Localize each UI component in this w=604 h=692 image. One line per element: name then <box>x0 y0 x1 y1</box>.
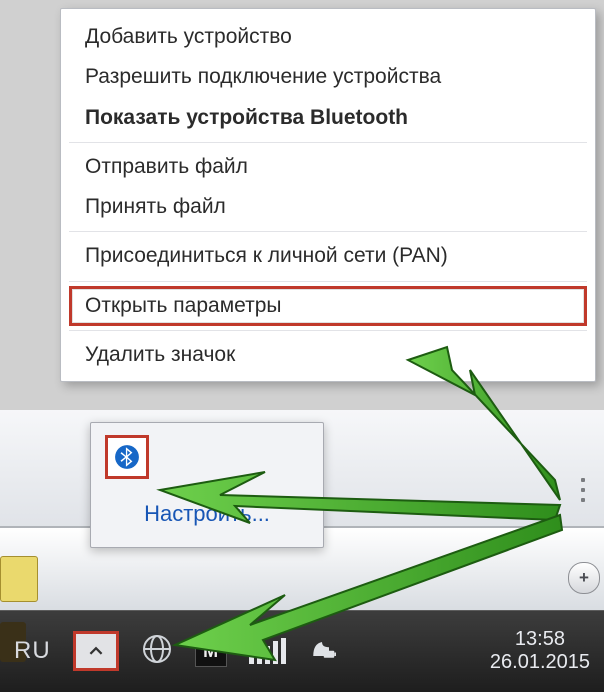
folder-blur-icon <box>0 556 38 602</box>
power-battery-icon[interactable] <box>308 635 336 668</box>
bluetooth-icon[interactable] <box>105 435 149 479</box>
scrollbar-dots <box>576 478 590 502</box>
antivirus-tray-icon[interactable]: M <box>195 635 227 667</box>
network-globe-icon[interactable] <box>141 633 173 670</box>
lang-indicator[interactable]: RU <box>14 637 51 665</box>
wifi-signal-icon[interactable] <box>249 638 286 664</box>
menu-join-pan[interactable]: Присоединиться к личной сети (PAN) <box>61 236 595 276</box>
chevron-up-icon <box>89 644 103 658</box>
zoom-plus-button[interactable]: + <box>568 562 600 594</box>
menu-send-file[interactable]: Отправить файл <box>61 147 595 187</box>
menu-open-settings[interactable]: Открыть параметры <box>61 286 595 326</box>
menu-separator <box>69 330 587 331</box>
menu-add-device[interactable]: Добавить устройство <box>61 17 595 57</box>
show-hidden-tray-button[interactable] <box>73 631 119 671</box>
taskbar-clock[interactable]: 13:58 26.01.2015 <box>490 628 590 674</box>
menu-allow-connect[interactable]: Разрешить подключение устройства <box>61 57 595 97</box>
menu-receive-file[interactable]: Принять файл <box>61 187 595 227</box>
menu-show-bluetooth-devices[interactable]: Показать устройства Bluetooth <box>61 98 595 138</box>
screenshot-stage: + Добавить устройство Разрешить подключе… <box>0 0 604 692</box>
taskbar: RU M 13:58 26.01.2015 <box>0 610 604 692</box>
bluetooth-context-menu: Добавить устройство Разрешить подключени… <box>60 8 596 382</box>
clock-time: 13:58 <box>490 628 590 651</box>
menu-separator <box>69 281 587 282</box>
clock-date: 26.01.2015 <box>490 651 590 674</box>
menu-separator <box>69 142 587 143</box>
tray-configure-link[interactable]: Настроить... <box>144 501 270 527</box>
menu-remove-icon[interactable]: Удалить значок <box>61 335 595 375</box>
menu-separator <box>69 231 587 232</box>
tray-overflow-popup: Настроить... <box>90 422 324 548</box>
